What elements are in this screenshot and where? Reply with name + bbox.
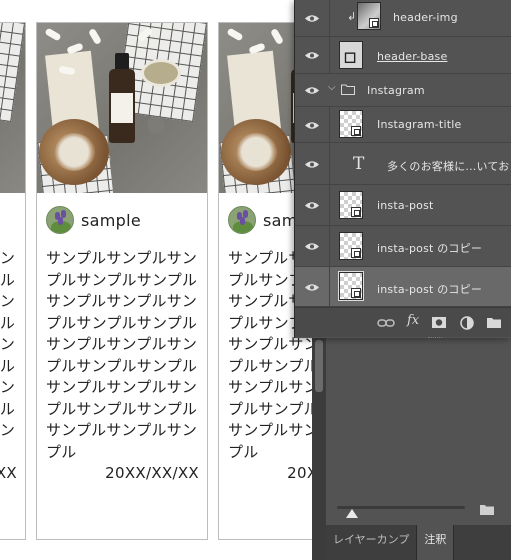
eye-visibility-icon[interactable] — [305, 121, 319, 130]
layers-panel: ↲ header-img header-base ⌵ Instagram Ins… — [294, 0, 511, 338]
folder-icon[interactable] — [486, 315, 502, 331]
layer-name[interactable]: header-base — [377, 50, 447, 63]
layer-name[interactable]: insta-post — [377, 199, 434, 212]
layer-thumbnail — [339, 232, 363, 260]
layer-row-insta-post[interactable]: insta-post — [295, 185, 511, 226]
link-icon[interactable] — [377, 315, 395, 331]
fx-icon[interactable]: fx — [407, 313, 419, 329]
chevron-down-icon[interactable]: ⌵ — [328, 82, 336, 93]
folder-icon[interactable] — [480, 504, 494, 515]
post-photo — [0, 23, 25, 193]
layer-name[interactable]: Instagram-title — [377, 118, 461, 131]
layer-thumbnail — [339, 191, 363, 219]
layer-thumbnail — [339, 110, 363, 138]
panel-resize-grip[interactable] — [428, 337, 442, 340]
layer-name[interactable]: insta-post のコピー — [377, 240, 482, 256]
canvas-vertical-scrollbar[interactable] — [312, 330, 326, 560]
tab-notes[interactable]: 注釈 — [417, 525, 455, 560]
author-name: sample — [81, 210, 141, 230]
bottom-panel-tabs: レイヤーカンプ 注釈 — [326, 525, 511, 560]
layer-row-insta-post-copy[interactable]: insta-post のコピー — [295, 226, 511, 267]
clipping-mask-arrow-icon: ↲ — [347, 10, 357, 23]
post-date: 20XX/XX/XX — [0, 464, 17, 482]
eye-visibility-icon[interactable] — [305, 201, 319, 210]
eye-visibility-icon[interactable] — [305, 14, 319, 23]
layer-name[interactable]: header-img — [393, 11, 458, 24]
eye-visibility-icon[interactable] — [305, 242, 319, 251]
layer-row-instagram-group[interactable]: ⌵ Instagram — [295, 74, 511, 107]
layers-panel-toolbar: fx — [295, 307, 511, 337]
mask-icon[interactable] — [431, 315, 447, 331]
eye-visibility-icon[interactable] — [305, 283, 319, 292]
tab-layer-comps[interactable]: レイヤーカンプ — [326, 525, 418, 560]
layer-row-header-img[interactable]: ↲ header-img — [295, 0, 511, 37]
avatar — [228, 206, 256, 234]
adjustment-icon[interactable] — [459, 315, 475, 331]
scrollbar-thumb[interactable] — [315, 340, 323, 392]
layer-thumbnail — [357, 2, 381, 30]
layer-thumbnail — [339, 41, 363, 69]
layer-row-insta-post-copy-selected[interactable]: insta-post のコピー — [295, 267, 511, 307]
post-photo — [37, 23, 207, 193]
eye-visibility-icon[interactable] — [305, 51, 319, 60]
post-author: sample — [46, 205, 141, 235]
insta-post-card: sample サンプルサンプルサンプルサンプルサンプルサンプルサンプルサンプルサ… — [0, 22, 26, 540]
thumbnail-size-slider-thumb[interactable] — [346, 509, 358, 518]
layer-row-text[interactable]: T 多くのお客様に...いておりま — [295, 143, 511, 185]
avatar — [46, 206, 74, 234]
layer-name[interactable]: insta-post のコピー — [377, 281, 482, 297]
post-text: サンプルサンプルサンプルサンプルサンプルサンプルサンプルサンプルサンプルサンプル… — [0, 249, 16, 439]
document-canvas[interactable]: sample サンプルサンプルサンプルサンプルサンプルサンプルサンプルサンプルサ… — [0, 0, 326, 560]
layer-name[interactable]: 多くのお客様に...いておりま — [387, 158, 511, 174]
text-layer-icon: T — [353, 154, 365, 174]
post-text: サンプルサンプルサンプルサンプルサンプルサンプルサンプルサンプルサンプルサンプル… — [46, 249, 198, 461]
eye-visibility-icon[interactable] — [305, 160, 319, 169]
layer-thumbnail — [338, 271, 364, 301]
layer-row-header-base[interactable]: header-base — [295, 37, 511, 74]
folder-icon — [341, 84, 355, 95]
insta-post-card: sample サンプルサンプルサンプルサンプルサンプルサンプルサンプルサンプルサ… — [36, 22, 208, 540]
layer-row-instagram-title[interactable]: Instagram-title — [295, 107, 511, 143]
layer-name[interactable]: Instagram — [367, 84, 425, 97]
eye-visibility-icon[interactable] — [305, 86, 319, 95]
post-date: 20XX/XX/XX — [105, 464, 199, 482]
